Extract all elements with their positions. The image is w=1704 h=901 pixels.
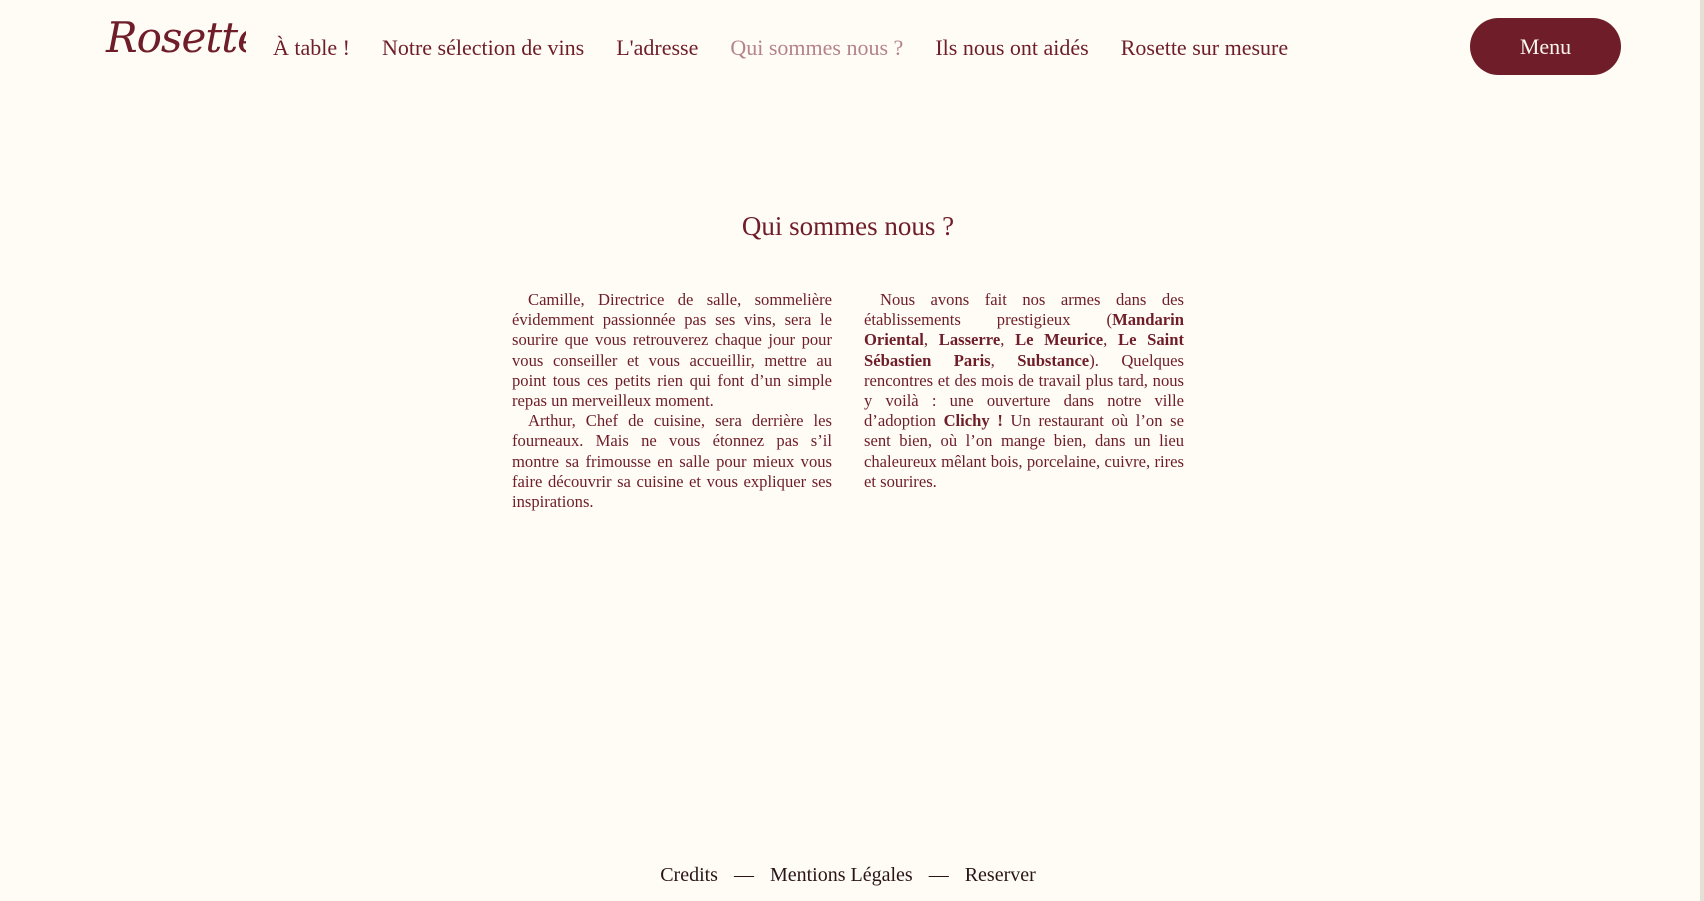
site-footer: Credits — Mentions Légales — Reserver	[0, 862, 1696, 888]
footer-link-credits[interactable]: Credits	[660, 864, 718, 886]
footer-link-mentions-legales[interactable]: Mentions Légales	[770, 864, 913, 886]
nav-item-qui-sommes-nous[interactable]: Qui sommes nous ?	[730, 35, 903, 61]
about-arthur-paragraph: Arthur, Chef de cuisine, sera derrière l…	[512, 411, 832, 512]
page-title: Qui sommes nous ?	[741, 211, 955, 241]
footer-separator: —	[733, 864, 754, 886]
about-right-column: Nous avons fait nos armes dans des établ…	[864, 290, 1184, 492]
about-camille-paragraph: Camille, Directrice de salle, sommelière…	[512, 290, 832, 411]
place-le-meurice: Le Meurice	[1015, 330, 1104, 350]
svg-text:Rosette: Rosette	[105, 13, 246, 62]
site-header: Rosette À table ! Notre sélection de vin…	[0, 0, 1704, 95]
nav-item-selection-vins[interactable]: Notre sélection de vins	[382, 35, 584, 61]
rosette-logo[interactable]: Rosette	[104, 10, 246, 70]
menu-button[interactable]: Menu	[1470, 18, 1621, 75]
footer-separator: —	[928, 864, 949, 886]
footer-link-reserver[interactable]: Reserver	[965, 864, 1036, 886]
page-scrollbar[interactable]	[1700, 0, 1704, 901]
about-left-column: Camille, Directrice de salle, sommelière…	[512, 290, 832, 512]
nav-item-adresse[interactable]: L'adresse	[616, 35, 698, 61]
nav-item-a-table[interactable]: À table !	[273, 35, 350, 61]
nav-item-rosette-sur-mesure[interactable]: Rosette sur mesure	[1121, 35, 1288, 61]
about-story-paragraph: Nous avons fait nos armes dans des établ…	[864, 290, 1185, 491]
place-lasserre: Lasserre	[938, 330, 1001, 350]
main-nav: À table ! Notre sélection de vins L'adre…	[273, 33, 1288, 63]
city-clichy: Clichy !	[943, 411, 1003, 431]
nav-item-ils-nous-ont-aides[interactable]: Ils nous ont aidés	[935, 35, 1088, 61]
place-substance: Substance	[1017, 350, 1090, 370]
